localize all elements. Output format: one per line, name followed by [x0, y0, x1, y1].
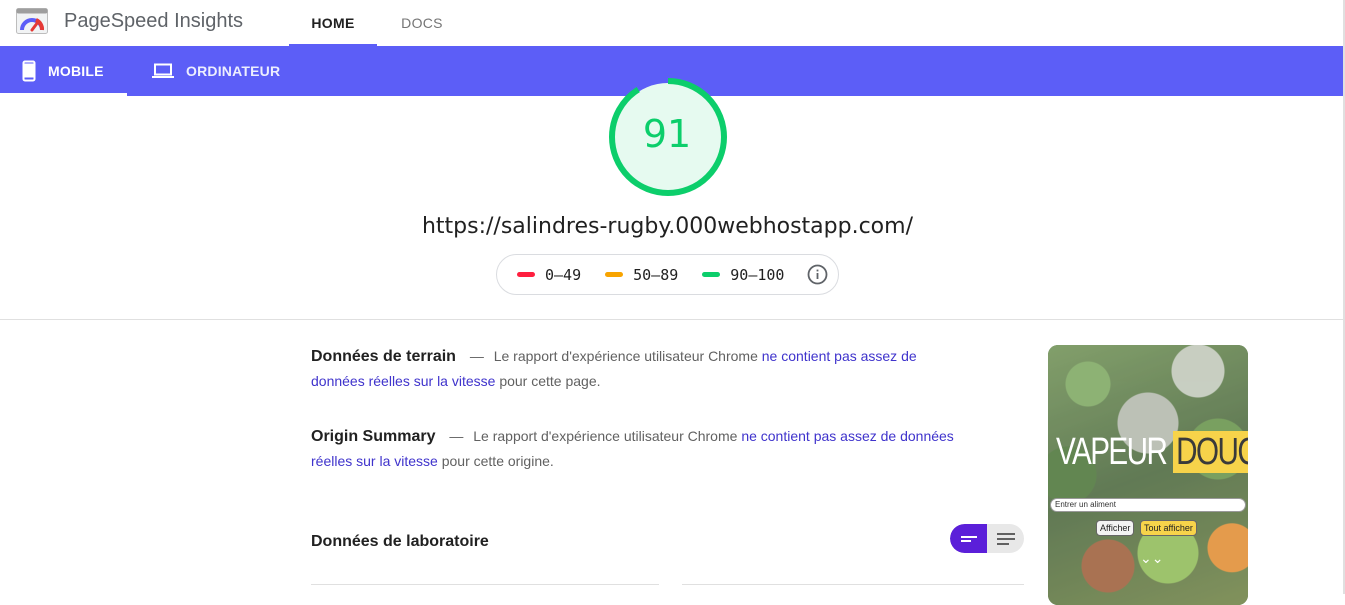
short-lines-icon — [960, 535, 977, 542]
field-data-title: Données de terrain — [311, 348, 456, 365]
field-data-text-after: pour cette page. — [499, 373, 601, 389]
info-icon[interactable] — [807, 264, 828, 285]
legend-item-fail: 0–49 — [517, 266, 581, 284]
origin-summary-title: Origin Summary — [311, 428, 436, 445]
legend-range-fail: 0–49 — [545, 265, 582, 284]
thumbnail-show-all-button: Tout afficher — [1140, 520, 1197, 536]
thumbnail-search-input: Entrer un aliment — [1050, 498, 1246, 512]
legend-swatch-pass — [702, 272, 721, 277]
legend-item-average: 50–89 — [605, 266, 678, 284]
legend-swatch-average — [605, 272, 624, 277]
field-data-section: Données de terrain — Le rapport d'expéri… — [311, 344, 971, 393]
smartphone-icon — [22, 60, 36, 82]
score-legend: 0–49 50–89 90–100 — [496, 254, 839, 295]
performance-score: 91 — [642, 112, 692, 156]
metrics-column-rule-right — [682, 584, 1024, 585]
tab-desktop-label: ORDINATEUR — [186, 63, 281, 79]
thumbnail-brand-a: VAPEUR — [1056, 431, 1168, 473]
view-toggle — [950, 524, 1024, 553]
section-divider — [0, 319, 1343, 320]
expanded-view-button[interactable] — [987, 524, 1024, 553]
laptop-icon — [152, 63, 174, 78]
long-lines-icon — [996, 532, 1015, 545]
tab-home[interactable]: HOME — [289, 0, 377, 46]
metrics-column-rule-left — [311, 584, 659, 585]
analyzed-url: https://salindres-rugby.000webhostapp.co… — [421, 214, 913, 239]
double-chevron-down-icon: ⌄⌄ — [1140, 550, 1164, 566]
pagespeed-logo-icon[interactable] — [16, 8, 48, 34]
tab-docs[interactable]: DOCS — [386, 0, 458, 46]
field-data-dash: — — [469, 348, 484, 364]
thumbnail-brand: VAPEUR DOUCE — [1056, 431, 1248, 474]
tab-mobile[interactable]: MOBILE — [0, 46, 127, 96]
legend-range-pass: 90–100 — [730, 265, 785, 284]
page-screenshot-thumbnail: VAPEUR DOUCE Entrer un aliment Afficher … — [1048, 345, 1248, 605]
legend-range-average: 50–89 — [633, 265, 679, 284]
field-data-text: Le rapport d'expérience utilisateur Chro… — [493, 348, 758, 364]
origin-summary-text-after: pour cette origine. — [441, 453, 554, 469]
origin-summary-section: Origin Summary — Le rapport d'expérience… — [311, 424, 971, 473]
thumbnail-show-button: Afficher — [1096, 520, 1135, 536]
top-app-bar: PageSpeed Insights HOME DOCS — [0, 0, 1343, 46]
lab-data-title: Données de laboratoire — [311, 533, 489, 550]
thumbnail-brand-b: DOUCE — [1173, 431, 1248, 473]
app-title[interactable]: PageSpeed Insights — [64, 10, 243, 33]
thumbnail-overlay — [1048, 345, 1248, 605]
tab-mobile-label: MOBILE — [48, 63, 104, 79]
legend-swatch-fail — [517, 272, 535, 277]
tab-desktop[interactable]: ORDINATEUR — [152, 46, 292, 96]
compact-view-button[interactable] — [950, 524, 987, 553]
origin-summary-dash: — — [449, 428, 464, 444]
legend-item-pass: 90–100 — [702, 266, 784, 284]
origin-summary-text: Le rapport d'expérience utilisateur Chro… — [473, 428, 738, 444]
